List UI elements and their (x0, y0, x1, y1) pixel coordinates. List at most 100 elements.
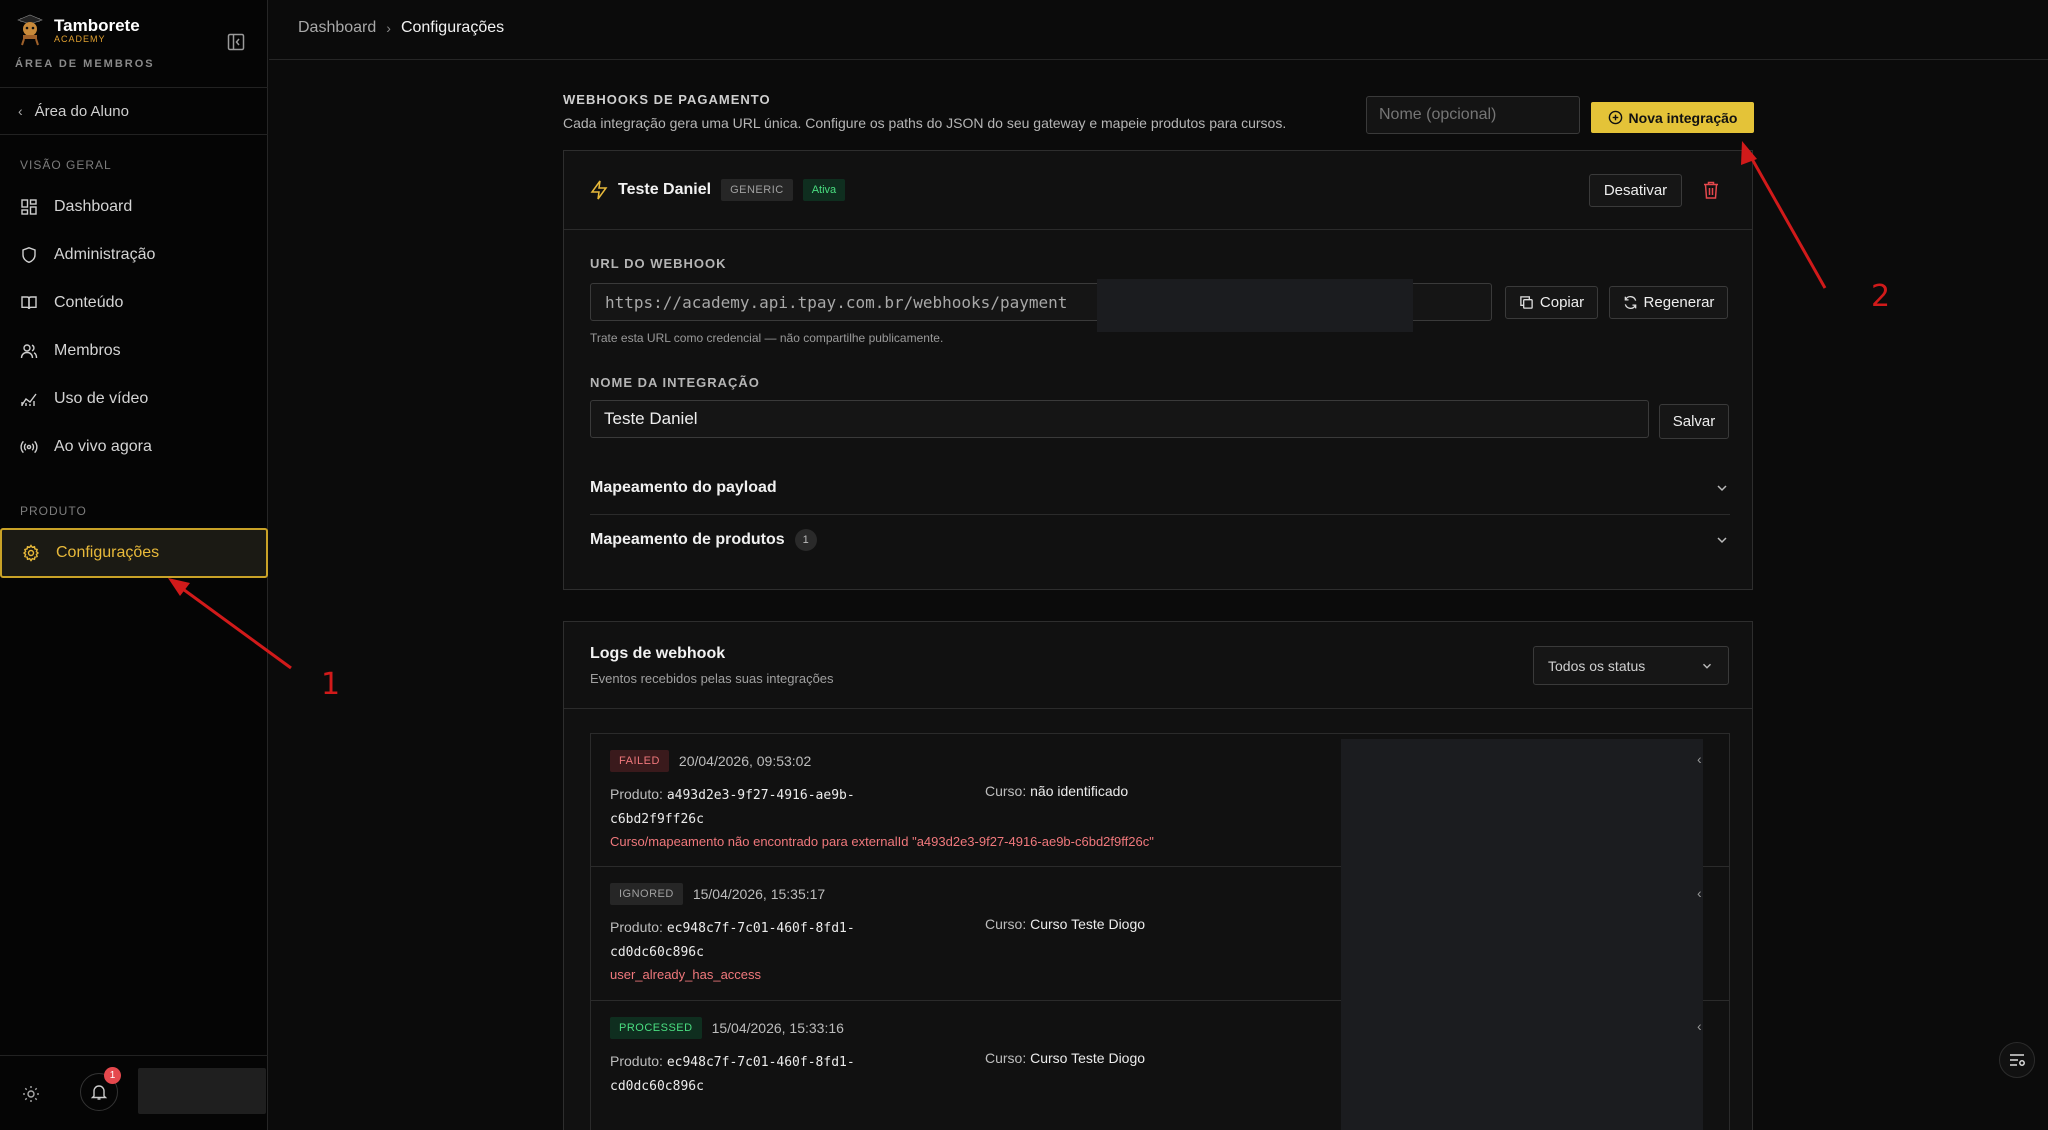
annotation-number-1: 1 (321, 667, 341, 702)
brand[interactable]: Tamborete ACADEMY (14, 14, 140, 46)
accordion-label: Mapeamento do payload (590, 479, 777, 496)
product-id: a493d2e3-9f27-4916-ae9b- (666, 788, 855, 803)
sidebar-item-conteudo[interactable]: Conteúdo (20, 291, 123, 315)
bell-icon (90, 1085, 108, 1100)
sidebar-item-configuracoes[interactable]: Configurações (0, 528, 268, 578)
course-value: não identificado (1030, 783, 1129, 799)
breadcrumb-current: Configurações (400, 19, 505, 36)
area-label: ÁREA DE MEMBROS (15, 58, 155, 70)
users-icon (20, 344, 38, 359)
log-timestamp: 15/04/2026, 15:33:16 (711, 1020, 844, 1036)
new-integration-button[interactable]: Nova integração (1591, 102, 1754, 133)
chevron-icon[interactable]: ‹ (1697, 1018, 1702, 1034)
course-label: Curso: (985, 1050, 1027, 1066)
chevron-down-icon (1703, 663, 1711, 669)
type-badge: GENERIC (721, 179, 793, 201)
user-menu-redacted[interactable] (138, 1068, 266, 1114)
chevron-icon[interactable]: ‹ (1697, 751, 1702, 767)
log-course: Curso: Curso Teste Diogo (985, 916, 1145, 932)
refresh-icon (1624, 296, 1636, 309)
plus-circle-icon (1608, 110, 1622, 125)
copy-button[interactable]: Copiar (1505, 286, 1598, 319)
status-badge: PROCESSED (610, 1017, 702, 1039)
divider (590, 514, 1730, 515)
chevron-down-icon (1717, 485, 1727, 492)
brand-name: Tamborete (54, 15, 140, 35)
sidebar-item-label: Administração (54, 246, 156, 263)
product-label: Produto: (610, 786, 663, 802)
back-to-student-area[interactable]: ‹ Área do Aluno (18, 100, 129, 122)
status-filter-select[interactable]: Todos os status (1533, 646, 1729, 685)
trash-icon[interactable] (1702, 180, 1720, 200)
regenerate-button[interactable]: Regenerar (1609, 286, 1728, 319)
topbar: Dashboard › Configurações (269, 0, 2048, 60)
floating-menu-button[interactable] (1999, 1042, 2035, 1078)
save-button[interactable]: Salvar (1659, 404, 1729, 439)
chevron-left-icon: ‹ (18, 103, 23, 119)
integration-card: Teste Daniel GENERIC Ativa Desativar URL… (563, 150, 1753, 590)
course-label: Curso: (985, 916, 1027, 932)
logs-header: Logs de webhook Eventos recebidos pelas … (564, 622, 1752, 709)
log-product: Produto: a493d2e3-9f27-4916-ae9b- c6bd2f… (610, 783, 910, 831)
dashboard-icon (21, 199, 37, 215)
log-message: Curso/mapeamento não encontrado para ext… (610, 834, 1154, 849)
payload-mapping-accordion[interactable]: Mapeamento do payload (590, 473, 1730, 503)
sun-icon[interactable] (22, 1085, 40, 1103)
product-label: Produto: (610, 919, 663, 935)
product-id-cont: cd0dc60c896c (610, 945, 704, 960)
log-course: Curso: Curso Teste Diogo (985, 1050, 1145, 1066)
count-badge: 1 (794, 529, 817, 551)
integration-name: Teste Daniel (618, 181, 712, 198)
log-timestamp: 20/04/2026, 09:53:02 (678, 753, 812, 769)
regenerate-label: Regenerar (1643, 294, 1715, 311)
brand-subtitle: ACADEMY (54, 33, 106, 44)
integration-name-input[interactable] (1366, 96, 1580, 134)
broadcast-icon (20, 440, 38, 454)
tamborete-logo (17, 14, 43, 46)
section-title-webhooks: WEBHOOKS DE PAGAMENTO (563, 92, 771, 107)
deactivate-button[interactable]: Desativar (1589, 174, 1682, 207)
sidebar-item-label: Ao vivo agora (54, 438, 152, 455)
sidebar-item-dashboard[interactable]: Dashboard (20, 195, 132, 219)
integration-header: Teste Daniel GENERIC Ativa Desativar (564, 151, 1752, 230)
redaction-box (1341, 739, 1703, 1130)
chevron-down-icon (1717, 537, 1727, 544)
chart-icon (21, 393, 37, 406)
shield-icon (22, 247, 36, 264)
section-description: Cada integração gera uma URL única. Conf… (563, 115, 1287, 131)
logs-title: Logs de webhook (590, 645, 726, 662)
new-integration-label: Nova integração (1628, 109, 1738, 126)
url-hint: Trate esta URL como credencial — não com… (590, 331, 944, 345)
chevron-icon[interactable]: ‹ (1697, 885, 1702, 901)
breadcrumb: Dashboard › Configurações (298, 19, 504, 37)
book-icon (21, 296, 37, 310)
log-course: Curso: não identificado (985, 783, 1128, 799)
log-timestamp: 15/04/2026, 15:35:17 (692, 886, 826, 902)
back-label: Área do Aluno (34, 102, 129, 120)
sidebar: Tamborete ACADEMY ÁREA DE MEMBROS ‹ Área… (0, 0, 268, 1130)
collapse-sidebar-icon[interactable] (226, 32, 246, 52)
divider (0, 87, 268, 88)
status-badge: Ativa (802, 179, 846, 201)
course-label: Curso: (985, 783, 1027, 799)
log-message: user_already_has_access (610, 967, 762, 982)
sidebar-item-label: Membros (54, 342, 121, 359)
product-mapping-accordion[interactable]: Mapeamento de produtos 1 (590, 525, 1730, 555)
notifications-button[interactable]: 1 (80, 1067, 121, 1111)
url-label: URL DO WEBHOOK (590, 256, 727, 271)
sidebar-item-ao-vivo[interactable]: Ao vivo agora (20, 435, 152, 459)
sidebar-item-label: Dashboard (54, 198, 133, 215)
integration-name-field[interactable] (590, 400, 1649, 438)
sidebar-item-administracao[interactable]: Administração (20, 243, 155, 267)
logs-subtitle: Eventos recebidos pelas suas integrações (590, 671, 834, 686)
chevron-right-icon: › (386, 20, 391, 36)
sidebar-item-membros[interactable]: Membros (20, 339, 121, 363)
sidebar-item-label: Uso de vídeo (54, 390, 149, 407)
sidebar-item-label: Conteúdo (54, 294, 124, 311)
product-id-cont: c6bd2f9ff26c (610, 812, 704, 827)
sidebar-item-uso-de-video[interactable]: Uso de vídeo (20, 387, 148, 411)
divider (0, 134, 268, 135)
course-value: Curso Teste Diogo (1030, 1050, 1146, 1066)
product-id-cont: cd0dc60c896c (610, 1079, 704, 1094)
breadcrumb-dashboard[interactable]: Dashboard (298, 19, 376, 37)
